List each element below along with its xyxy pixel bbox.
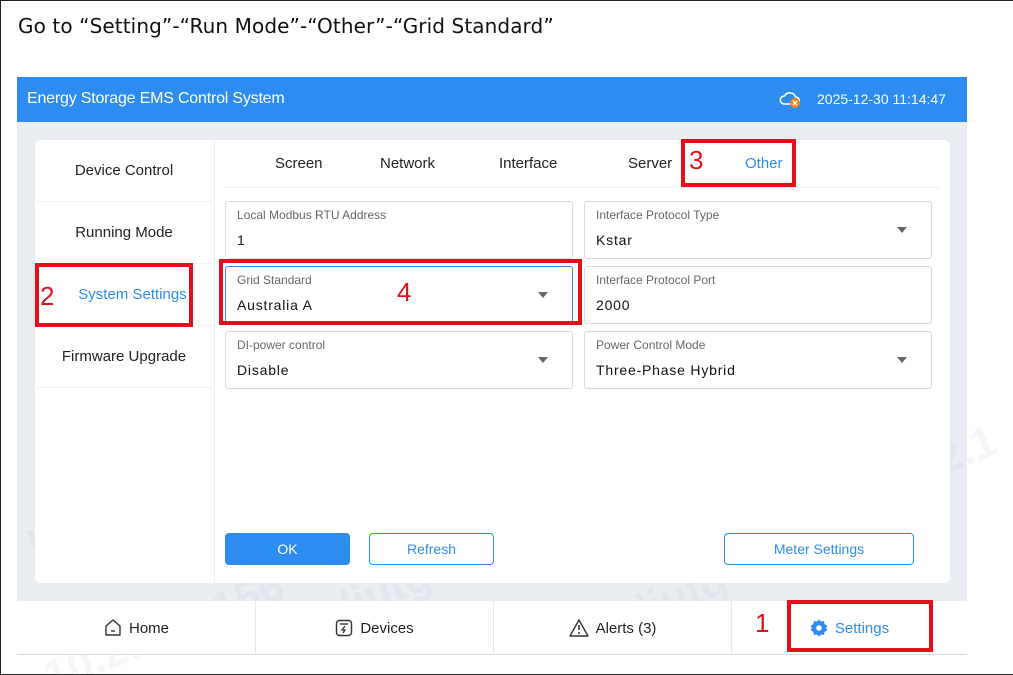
annotation-number-3: 3 (689, 145, 704, 175)
nav-alerts[interactable]: Alerts (3) (493, 601, 731, 655)
annotation-number-4: 4 (397, 277, 412, 307)
annotation-number-2: 2 (40, 281, 55, 311)
ems-app-window: liutg 10.2.116.156 10.2.116.156 liutg 10… (17, 77, 1004, 675)
nav-devices[interactable]: Devices (255, 601, 493, 655)
sidebar: Device Control Running Mode System Setti… (35, 140, 215, 583)
chevron-down-icon (897, 227, 907, 233)
nav-label: Home (128, 619, 169, 637)
chevron-down-icon (538, 357, 548, 363)
protocol-port-field[interactable]: Interface Protocol Port 2000 (584, 266, 932, 324)
field-value: 1 (237, 232, 246, 248)
modbus-address-field[interactable]: Local Modbus RTU Address 1 (225, 201, 573, 259)
app-title: Energy Storage EMS Control System (27, 90, 285, 107)
title-bar: Energy Storage EMS Control System 2025-1… (17, 77, 967, 122)
sidebar-item-firmware-upgrade[interactable]: Firmware Upgrade (35, 326, 213, 388)
field-label: Local Modbus RTU Address (237, 208, 387, 222)
refresh-button[interactable]: Refresh (369, 533, 494, 565)
tab-network[interactable]: Network (380, 155, 435, 172)
nav-label: Alerts (3) (595, 619, 657, 637)
annotation-number-1: 1 (755, 608, 770, 638)
datetime: 2025-12-30 11:14:47 (817, 91, 946, 107)
tab-bar: Screen Network Interface Server Other (225, 140, 940, 188)
cloud-error-icon[interactable] (779, 89, 801, 109)
nav-label: Devices (360, 619, 414, 637)
meter-settings-button[interactable]: Meter Settings (724, 533, 914, 565)
tab-server[interactable]: Server (628, 155, 672, 172)
sidebar-item-device-control[interactable]: Device Control (35, 140, 213, 202)
field-value: Kstar (596, 232, 633, 248)
sidebar-item-label: Running Mode (75, 224, 173, 241)
field-label: Power Control Mode (596, 338, 706, 352)
sidebar-item-label: Firmware Upgrade (61, 348, 187, 365)
instruction-text: Go to “Setting”-“Run Mode”-“Other”-“Grid… (18, 14, 554, 38)
warning-icon (568, 619, 589, 637)
field-label: DI-power control (237, 338, 326, 352)
di-power-control-select[interactable]: DI-power control Disable (225, 331, 573, 389)
nav-home[interactable]: Home (17, 601, 255, 655)
field-value: Three-Phase Hybrid (596, 362, 736, 378)
device-icon (336, 619, 353, 637)
annotation-box-2 (35, 263, 193, 327)
annotation-box-1 (787, 600, 933, 652)
chevron-down-icon (897, 357, 907, 363)
settings-panel: Device Control Running Mode System Setti… (35, 140, 950, 583)
field-label: Interface Protocol Port (596, 273, 716, 287)
field-label: Interface Protocol Type (596, 208, 720, 222)
protocol-type-select[interactable]: Interface Protocol Type Kstar (584, 201, 932, 259)
sidebar-item-running-mode[interactable]: Running Mode (35, 202, 213, 264)
field-value: 2000 (596, 297, 631, 313)
home-icon (105, 619, 121, 636)
ok-button[interactable]: OK (225, 533, 350, 565)
tab-interface[interactable]: Interface (499, 155, 557, 172)
sidebar-item-label: Device Control (74, 162, 174, 179)
tab-screen[interactable]: Screen (275, 155, 323, 172)
power-control-mode-select[interactable]: Power Control Mode Three-Phase Hybrid (584, 331, 932, 389)
field-value: Disable (237, 362, 290, 378)
